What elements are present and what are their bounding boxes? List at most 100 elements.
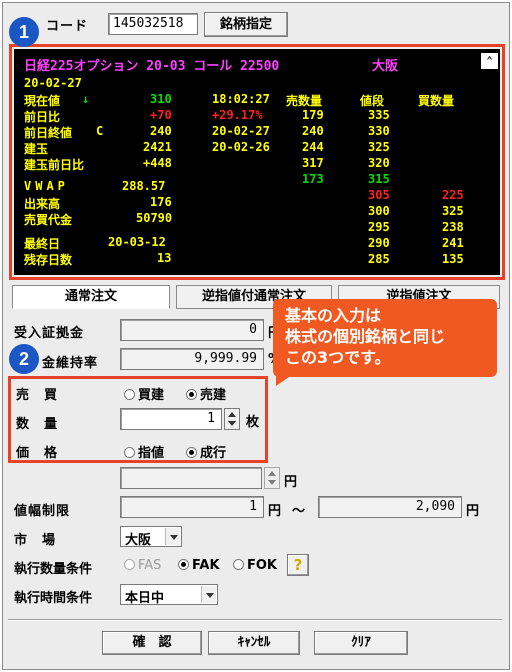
bid-price[interactable]: 285	[368, 252, 390, 266]
confirm-button[interactable]: 確 認	[102, 631, 202, 655]
radio-selected-icon	[186, 389, 197, 400]
step-marker-2: 2	[9, 344, 39, 374]
cancel-button[interactable]: ｷｬﾝｾﾙ	[208, 631, 300, 655]
radio-icon	[124, 447, 135, 458]
open-interest-date: 20-02-26	[212, 140, 270, 154]
quantity-value: 1	[207, 411, 215, 426]
oi-diff-value: +448	[143, 156, 172, 170]
ask-price[interactable]: 335	[368, 108, 390, 122]
board-date: 20-02-27	[24, 76, 82, 90]
arrow-down-icon[interactable]	[228, 421, 236, 426]
board-exchange: 大阪	[372, 59, 399, 74]
market-label: 市 場	[14, 533, 57, 548]
price-limit-radio[interactable]: 指値	[124, 442, 164, 461]
turnover-label: 売買代金	[24, 213, 73, 227]
tab-normal-order[interactable]: 通常注文	[12, 285, 170, 309]
arrow-down-icon[interactable]	[268, 480, 276, 485]
ask-qty: 179	[302, 108, 324, 122]
maintenance-label: 金維持率	[42, 356, 99, 371]
vwap-value: 288.57	[122, 179, 166, 193]
arrow-up-icon[interactable]	[268, 471, 276, 476]
side-buy-radio[interactable]: 買建	[124, 384, 164, 403]
side-buy-label: 買建	[138, 388, 165, 403]
chevron-down-icon[interactable]	[201, 586, 216, 603]
ask-price[interactable]: 325	[368, 140, 390, 154]
prev-close-label: 前日終値	[24, 126, 73, 140]
market-select[interactable]: 大阪	[120, 526, 182, 548]
ask-qty: 244	[302, 140, 324, 154]
side-sell-radio[interactable]: 売建	[186, 384, 226, 403]
ask-qty: 240	[302, 124, 324, 138]
bid-qty: 238	[442, 220, 464, 234]
callout-line: 基本の入力は	[285, 306, 382, 325]
clear-button[interactable]: ｸﾘｱ	[314, 631, 408, 655]
margin-label: 受入証拠金	[14, 326, 85, 341]
quote-board: 日経225オプション 20-03 コール 22500 大阪 ⌃ 20-02-27…	[14, 49, 500, 275]
help-button[interactable]: ?	[287, 554, 309, 576]
price-market-radio[interactable]: 成行	[186, 442, 226, 461]
header-buy-qty: 買数量	[418, 94, 455, 108]
open-interest-label: 建玉	[24, 142, 49, 156]
open-interest-value: 2421	[143, 140, 172, 154]
volume-label: 出来高	[24, 197, 61, 211]
exec-fak-label: FAK	[192, 558, 220, 573]
last-day-label: 最終日	[24, 237, 61, 251]
price-type-label: 価 格	[16, 446, 59, 461]
bid-price[interactable]: 305	[368, 188, 390, 202]
bid-price[interactable]: 290	[368, 236, 390, 250]
side-sell-label: 売建	[200, 388, 227, 403]
callout-line: 株式の個別銘柄と同じ	[285, 327, 446, 346]
ask-price[interactable]: 320	[368, 156, 390, 170]
exec-fok-radio[interactable]: FOK	[233, 558, 277, 573]
callout-tail	[276, 372, 296, 386]
chevron-down-icon[interactable]	[165, 528, 180, 545]
exec-fak-radio[interactable]: FAK	[178, 558, 220, 573]
callout-line: この3つです。	[285, 348, 391, 367]
days-left-label: 残存日数	[24, 253, 73, 267]
quantity-unit: 枚	[246, 415, 261, 430]
vwap-label: VWAP	[24, 179, 69, 193]
price-market-label: 成行	[200, 446, 227, 461]
radio-selected-icon	[178, 559, 189, 570]
current-label: 現在値	[24, 94, 61, 108]
bid-price[interactable]: 295	[368, 220, 390, 234]
bid-price[interactable]: 300	[368, 204, 390, 218]
exec-cond-label: 執行数量条件	[14, 562, 93, 577]
ask-price[interactable]: 330	[368, 124, 390, 138]
ask-price[interactable]: 315	[368, 172, 390, 186]
prev-diff-pct: +29.17%	[212, 108, 263, 122]
price-input[interactable]	[120, 467, 262, 489]
quantity-stepper[interactable]	[224, 408, 240, 430]
price-stepper[interactable]	[264, 467, 280, 489]
down-arrow-icon: ↓	[82, 92, 90, 106]
prev-diff-label: 前日比	[24, 110, 61, 124]
radio-selected-icon	[186, 447, 197, 458]
margin-value: 0	[249, 322, 257, 337]
quantity-input[interactable]: 1	[120, 408, 222, 430]
arrow-up-icon[interactable]	[228, 412, 236, 417]
board-title: 日経225オプション 20-03 コール 22500	[24, 59, 280, 74]
divider	[8, 619, 502, 621]
prev-close-value: 240	[150, 124, 172, 138]
header-price: 値段	[360, 94, 385, 108]
range-high-value: 2,090	[415, 499, 455, 514]
range-high-field: 2,090	[318, 496, 462, 518]
quantity-label: 数 量	[16, 417, 59, 432]
radio-icon	[124, 389, 135, 400]
code-label: コード	[46, 19, 89, 34]
code-input[interactable]: 145032518	[108, 13, 198, 35]
range-tilde: 〜	[292, 504, 307, 519]
time-cond-label: 執行時間条件	[14, 591, 93, 606]
days-left-value: 13	[157, 251, 172, 265]
bid-qty: 241	[442, 236, 464, 250]
price-limit-label: 指値	[138, 446, 165, 461]
prev-diff-value: +70	[150, 108, 172, 122]
bid-qty: 325	[442, 204, 464, 218]
exec-fas-radio[interactable]: FAS	[124, 558, 161, 573]
callout-bubble: 基本の入力は 株式の個別銘柄と同じ この3つです。	[273, 299, 497, 377]
select-symbol-button[interactable]: 銘柄指定	[204, 12, 288, 37]
market-value: 大阪	[125, 533, 152, 548]
bid-qty: 135	[442, 252, 464, 266]
time-cond-select[interactable]: 本日中	[120, 584, 218, 606]
collapse-button[interactable]: ⌃	[481, 53, 498, 69]
